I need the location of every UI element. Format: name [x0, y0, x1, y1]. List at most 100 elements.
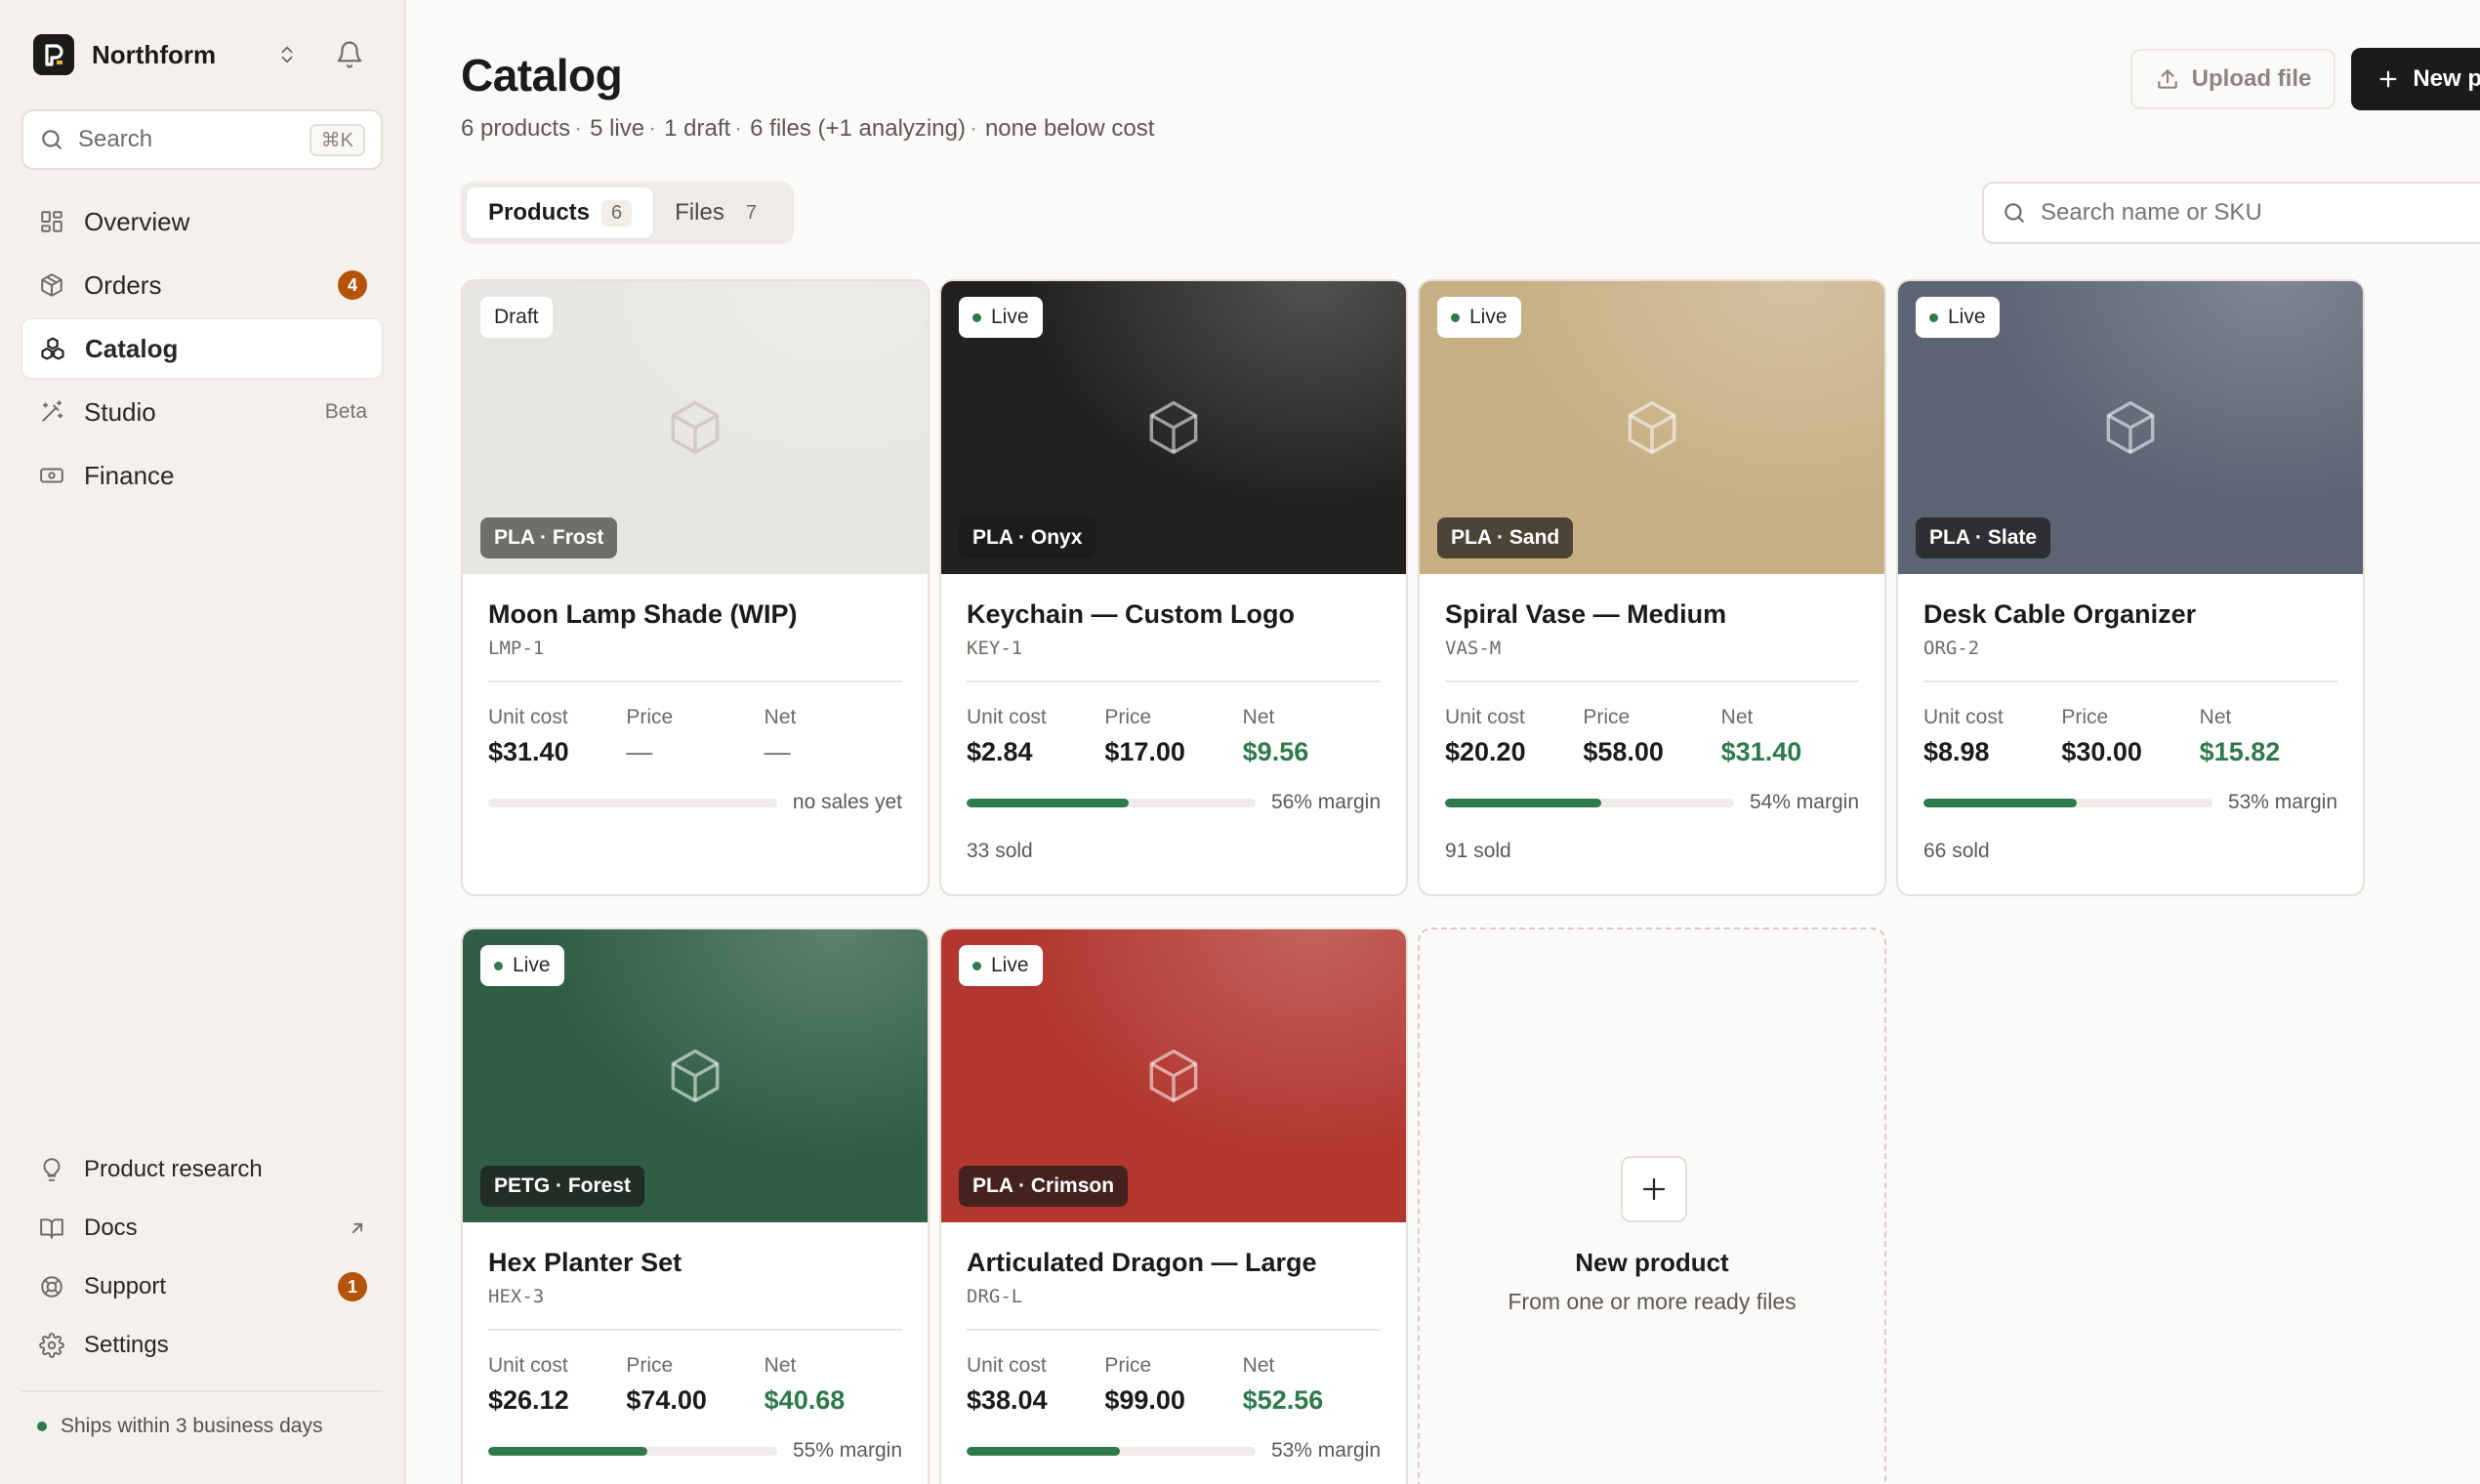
margin-row: 53% margin	[967, 1439, 1381, 1463]
status-label: Draft	[494, 306, 539, 328]
margin-row: 53% margin	[1923, 791, 2337, 814]
stat-label: Net	[1242, 1354, 1275, 1377]
card-divider	[488, 680, 902, 682]
product-thumbnail: Live PLA · Onyx	[941, 281, 1406, 574]
tab-products[interactable]: Products 6	[467, 187, 654, 238]
upload-file-button[interactable]: Upload file	[2130, 49, 2335, 109]
product-card[interactable]: Live PLA · Crimson Articulated Dragon — …	[939, 928, 1408, 1484]
stat-label: Unit cost	[1923, 706, 2004, 728]
main-content: Catalog 6 products · 5 live · 1 draft · 6 f…	[406, 0, 2480, 1484]
product-card[interactable]: Live PLA · Slate Desk Cable Organizer OR…	[1896, 279, 2365, 896]
view-tabs: Products 6 Files 7	[461, 182, 794, 244]
bell-icon[interactable]	[328, 33, 371, 76]
product-search-input[interactable]	[2041, 199, 2480, 227]
price-stat: Price $17.00	[1104, 706, 1242, 767]
product-details: Moon Lamp Shade (WIP) LMP-1 Unit cost $3…	[463, 574, 928, 814]
product-card[interactable]: Draft PLA · Frost Moon Lamp Shade (WIP) …	[461, 279, 930, 896]
price-value: $17.00	[1104, 737, 1185, 766]
workspace-switcher-icon[interactable]	[266, 33, 309, 76]
new-product-card-title: New product	[1575, 1248, 1729, 1277]
status-label: Live	[991, 306, 1029, 328]
nav-item-catalog[interactable]: Catalog	[21, 318, 383, 379]
net-stat: Net $52.56	[1243, 1354, 1381, 1416]
sidebar-footer: Product research Docs Support 1 Settings…	[21, 1140, 383, 1461]
nav-item-overview[interactable]: Overview	[21, 191, 383, 252]
nav-item-docs[interactable]: Docs	[21, 1199, 383, 1257]
status-badge: Live	[1437, 297, 1521, 338]
stat-label: Net	[1242, 706, 1275, 728]
unit-cost-value: $31.40	[488, 737, 569, 766]
margin-text: 53% margin	[2227, 791, 2337, 813]
tab-files[interactable]: Files 7	[653, 187, 788, 238]
new-product-button[interactable]: New product	[2351, 48, 2480, 110]
live-dot	[1929, 312, 1938, 322]
cube-icon	[1628, 400, 1676, 455]
new-product-label: New product	[2413, 65, 2480, 92]
live-dot	[494, 961, 503, 970]
nav-item-product-research[interactable]: Product research	[21, 1140, 383, 1199]
tab-label: Files	[675, 199, 724, 226]
support-count-badge: 1	[338, 1272, 367, 1301]
nav-item-finance[interactable]: Finance	[21, 445, 383, 506]
nav-item-support[interactable]: Support 1	[21, 1257, 383, 1316]
book-icon	[37, 1214, 66, 1243]
material-tag: PLA · Sand	[1437, 517, 1574, 558]
stat-label: Unit cost	[967, 706, 1047, 728]
nav-item-orders[interactable]: Orders 4	[21, 255, 383, 315]
stat-label: Unit cost	[488, 1354, 568, 1377]
product-details: Spiral Vase — Medium VAS-M Unit cost $20…	[1420, 574, 1884, 863]
price-stat: Price $30.00	[2061, 706, 2199, 767]
product-name: Articulated Dragon — Large	[967, 1248, 1317, 1277]
product-stats: Unit cost $26.12 Price $74.00 Net $40.68	[488, 1354, 902, 1416]
product-card[interactable]: Live PLA · Onyx Keychain — Custom Logo K…	[939, 279, 1408, 896]
product-sku: LMP-1	[488, 638, 545, 659]
margin-bar-fill	[1445, 798, 1601, 807]
price-value: $30.00	[2061, 737, 2142, 766]
product-sku: ORG-2	[1923, 638, 1980, 659]
nav-label: Catalog	[85, 333, 179, 363]
material-tag: PETG · Forest	[480, 1166, 645, 1207]
stat-label: Price	[1583, 706, 1631, 728]
card-divider	[1445, 680, 1859, 682]
live-dot	[1451, 312, 1460, 322]
status-label: Live	[991, 954, 1029, 976]
sidebar-search[interactable]: Search ⌘K	[21, 109, 383, 170]
unit-cost-stat: Unit cost $38.04	[967, 1354, 1104, 1416]
status-badge: Live	[1916, 297, 2000, 338]
unit-cost-value: $38.04	[967, 1385, 1048, 1415]
live-dot	[972, 961, 981, 970]
cube-icon	[671, 400, 720, 455]
margin-bar	[488, 1446, 777, 1456]
product-card[interactable]: Live PLA · Sand Spiral Vase — Medium VAS…	[1418, 279, 1886, 896]
search-shortcut: ⌘K	[309, 123, 365, 156]
new-product-card[interactable]: New product From one or more ready files	[1418, 928, 1886, 1484]
upload-file-label: Upload file	[2191, 65, 2312, 92]
net-value: $31.40	[1720, 737, 1802, 766]
tab-label: Products	[488, 199, 591, 226]
workspace-name[interactable]: Northform	[92, 40, 266, 70]
cube-icon	[1149, 400, 1198, 455]
net-value: —	[764, 737, 791, 766]
summary-cost: none below cost	[984, 115, 1155, 142]
margin-text: 55% margin	[792, 1439, 902, 1462]
cube-icon	[2106, 400, 2155, 455]
stat-label: Price	[626, 706, 674, 728]
margin-bar-fill	[967, 798, 1129, 807]
nav-item-settings[interactable]: Settings	[21, 1316, 383, 1375]
nav-label: Support	[84, 1273, 167, 1299]
shipping-status-text: Ships within 3 business days	[61, 1415, 323, 1437]
product-details: Articulated Dragon — Large DRG-L Unit co…	[941, 1222, 1406, 1463]
nav-label: Settings	[84, 1332, 169, 1358]
net-stat: Net $9.56	[1243, 706, 1381, 767]
stat-label: Net	[2199, 706, 2232, 728]
nav-item-studio[interactable]: Studio Beta	[21, 382, 383, 442]
product-name: Moon Lamp Shade (WIP)	[488, 599, 798, 629]
margin-text: no sales yet	[792, 791, 902, 813]
margin-text: 53% margin	[1270, 1439, 1381, 1462]
unit-cost-value: $2.84	[967, 737, 1033, 766]
brand-logo[interactable]	[33, 34, 74, 75]
product-search[interactable]	[1982, 182, 2480, 244]
product-card[interactable]: Live PETG · Forest Hex Planter Set HEX-3…	[461, 928, 930, 1484]
nav-label: Orders	[84, 269, 162, 300]
margin-row: 56% margin	[967, 791, 1381, 814]
